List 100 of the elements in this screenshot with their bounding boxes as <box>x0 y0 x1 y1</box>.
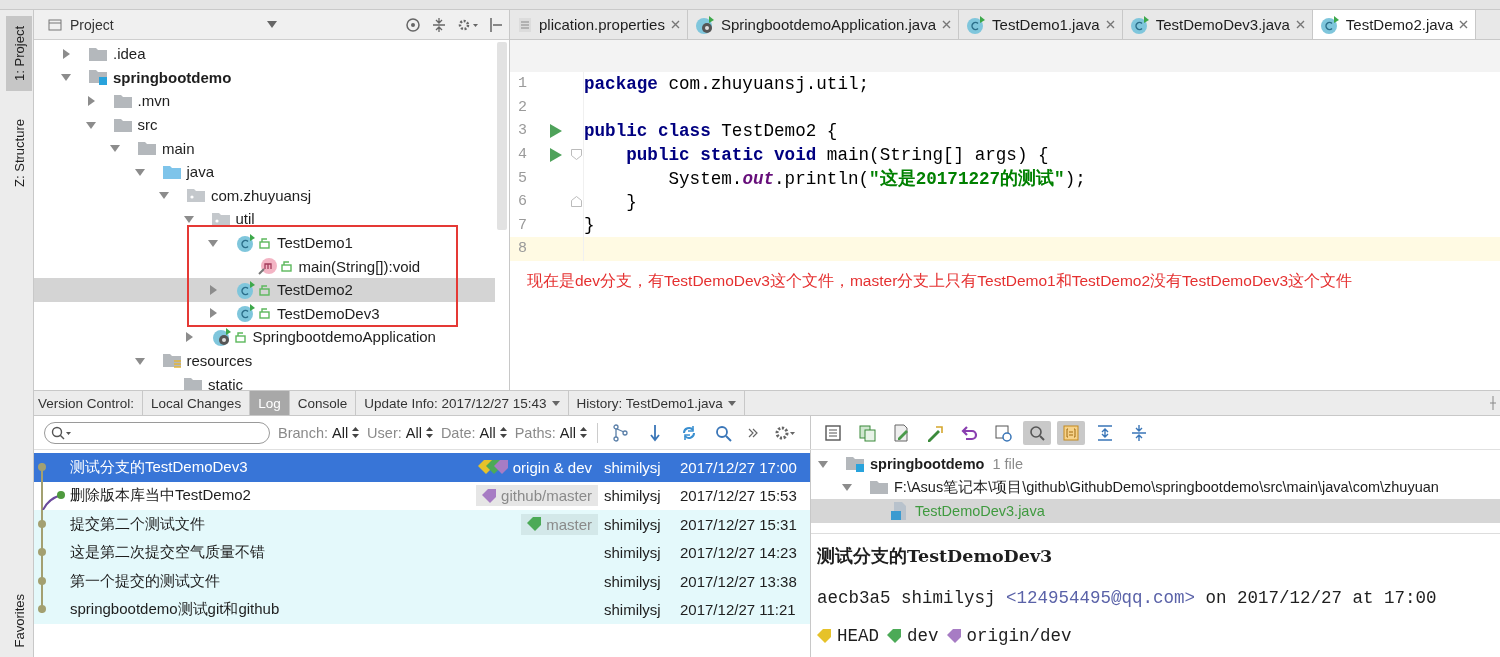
close-icon[interactable] <box>942 20 952 29</box>
undo-icon[interactable] <box>960 423 978 442</box>
method-icon <box>257 257 278 276</box>
expand-arrow-icon[interactable] <box>207 283 219 296</box>
folder-icon <box>113 117 132 132</box>
tree-item[interactable]: main(String[]):void <box>34 254 495 278</box>
branch-graph-icon[interactable] <box>611 423 630 442</box>
ref-name: origin/dev <box>966 626 1072 646</box>
module-folder-icon <box>89 69 107 86</box>
filter-dropdown[interactable]: Date: All <box>440 424 507 441</box>
tool-window-tab[interactable]: 1: Project <box>6 16 32 91</box>
editor-tab[interactable]: TestDemoDev3.java <box>1122 10 1313 39</box>
code-line: } <box>625 191 637 212</box>
show-details-toggle[interactable] <box>1057 420 1085 445</box>
tree-item-label: .mvn <box>137 92 170 110</box>
fold-marker-icon[interactable] <box>570 149 582 161</box>
edit-source-icon[interactable] <box>926 423 944 442</box>
commit-row[interactable]: 测试分支的TestDemoDev3 origin & dev shimilysj 2017/12/27 17:00 <box>34 453 810 482</box>
editor-tab[interactable]: TestDemo2.java <box>1312 10 1477 39</box>
hide-panel-icon[interactable] <box>489 16 503 33</box>
diff-icon[interactable] <box>858 423 876 442</box>
file-tree-item[interactable]: F:\Asus笔记本\项目\github\GithubDemo\springbootdemo\src\main\java\com\zhuyuan <box>811 475 1500 499</box>
panel-title[interactable]: Project <box>48 16 114 33</box>
expand-all-icon[interactable] <box>1096 423 1114 442</box>
tool-window-tab[interactable]: Favorites <box>6 583 32 657</box>
class-icon <box>966 15 987 34</box>
tree-item[interactable]: springbootdemo <box>34 65 495 90</box>
tree-item-label: springbootdemo <box>113 68 232 86</box>
tree-item[interactable]: .idea <box>34 42 495 66</box>
commit-message: springbootdemo测试git和github <box>70 600 281 620</box>
close-icon[interactable] <box>1295 20 1305 29</box>
commit-date: 2017/12/27 14:23 <box>680 544 798 562</box>
commit-row[interactable]: springbootdemo测试git和github shimilysj 2017/12/27 11:21 <box>34 595 810 624</box>
filter-dropdown[interactable]: User: All <box>367 424 433 441</box>
find-toggle[interactable] <box>1023 420 1051 445</box>
file-tree-icon[interactable] <box>824 423 842 442</box>
close-icon[interactable] <box>1105 20 1115 29</box>
class-icon <box>1319 15 1340 34</box>
history-icon[interactable] <box>994 423 1012 442</box>
line-number: 3 <box>517 122 528 140</box>
tab[interactable]: History: TestDemo1.java <box>568 391 745 415</box>
tab-label: plication.properties <box>539 16 665 33</box>
run-icon[interactable] <box>550 147 563 162</box>
line-number: 2 <box>517 98 528 116</box>
editor-tab[interactable]: TestDemo1.java <box>959 10 1123 39</box>
code-line: System.out.println("这是20171227的测试"); <box>667 167 1086 191</box>
run-icon[interactable] <box>550 124 563 138</box>
search-field[interactable] <box>44 421 270 444</box>
tree-item[interactable]: main <box>34 136 495 160</box>
dropdown-caret-icon[interactable] <box>551 400 560 407</box>
search-icon[interactable] <box>713 423 732 442</box>
tree-item[interactable]: java <box>34 159 495 184</box>
expand-arrow-icon[interactable] <box>60 47 72 60</box>
tree-item[interactable]: TestDemoDev3 <box>34 301 495 326</box>
scrollbar-thumb[interactable] <box>497 42 507 230</box>
tree-item[interactable]: src <box>34 112 495 137</box>
tab-label: SpringbootdemoApplication.java <box>720 16 937 33</box>
edit-file-icon[interactable] <box>892 423 910 442</box>
panel-menu-icon[interactable] <box>1490 396 1496 410</box>
collapse-all-icon[interactable] <box>431 16 447 33</box>
commit-author: shimilysj <box>603 601 662 619</box>
close-icon[interactable] <box>670 20 680 29</box>
target-icon[interactable] <box>405 16 421 33</box>
tree-item[interactable]: SpringbootdemoApplication <box>34 325 495 349</box>
search-icon[interactable] <box>51 425 71 440</box>
commit-date: 2017/12/27 15:53 <box>680 487 798 505</box>
annotation-text: 现在是dev分支，有TestDemoDev3这个文件，master分支上只有TestDemo1和TestDemo2没有TestDemoDev3这个文件 <box>527 270 1354 291</box>
tab[interactable]: Console <box>289 391 357 415</box>
code-line: package com.zhuyuansj.util; <box>584 73 870 94</box>
lock-icon <box>259 236 271 249</box>
tree-item[interactable]: static <box>34 372 495 390</box>
commit-row[interactable]: 这是第二次提交空气质量不错 shimilysj 2017/12/27 14:23 <box>34 538 810 567</box>
up-down-arrows-icon <box>425 427 433 438</box>
collapse-all-icon[interactable] <box>1130 423 1148 442</box>
commit-row[interactable]: 第一个提交的测试文件 shimilysj 2017/12/27 13:38 <box>34 567 810 596</box>
more-icon[interactable] <box>747 427 758 438</box>
tree-item[interactable]: util <box>34 207 495 231</box>
file-count: 1 file <box>992 455 1024 472</box>
dropdown-caret-icon[interactable] <box>267 20 277 29</box>
fold-marker-icon[interactable] <box>570 196 582 208</box>
file-tree-item[interactable]: springbootdemo 1 file <box>811 452 1500 476</box>
branch-name: github/master <box>501 487 592 505</box>
email-link[interactable]: <124954495@qq.com> <box>1006 588 1196 608</box>
editor-tab[interactable]: SpringbootdemoApplication.java <box>687 10 960 39</box>
filter-dropdown[interactable]: Paths: All <box>514 424 587 441</box>
tree-item[interactable]: TestDemo1 <box>34 230 495 255</box>
expand-arrow-icon[interactable] <box>207 307 219 320</box>
dropdown-caret-icon[interactable] <box>727 400 736 407</box>
tree-item[interactable]: TestDemo2 <box>34 277 495 302</box>
filter-dropdown[interactable]: Branch: All <box>278 424 360 441</box>
line-number: 1 <box>517 75 528 93</box>
tree-item[interactable]: resources <box>34 348 495 373</box>
tab[interactable]: Update Info: 2017/12/27 15:43 <box>356 391 569 415</box>
folder-icon <box>138 141 156 156</box>
commit-row[interactable]: 提交第二个测试文件 master shimilysj 2017/12/27 15:31 <box>34 510 810 539</box>
tree-item[interactable]: .mvn <box>34 89 495 113</box>
tool-window-tab[interactable]: Z: Structure <box>6 108 32 197</box>
close-icon[interactable] <box>1459 20 1469 29</box>
tree-item[interactable]: com.zhuyuansj <box>34 183 495 208</box>
editor-tab[interactable]: plication.properties <box>510 10 688 39</box>
